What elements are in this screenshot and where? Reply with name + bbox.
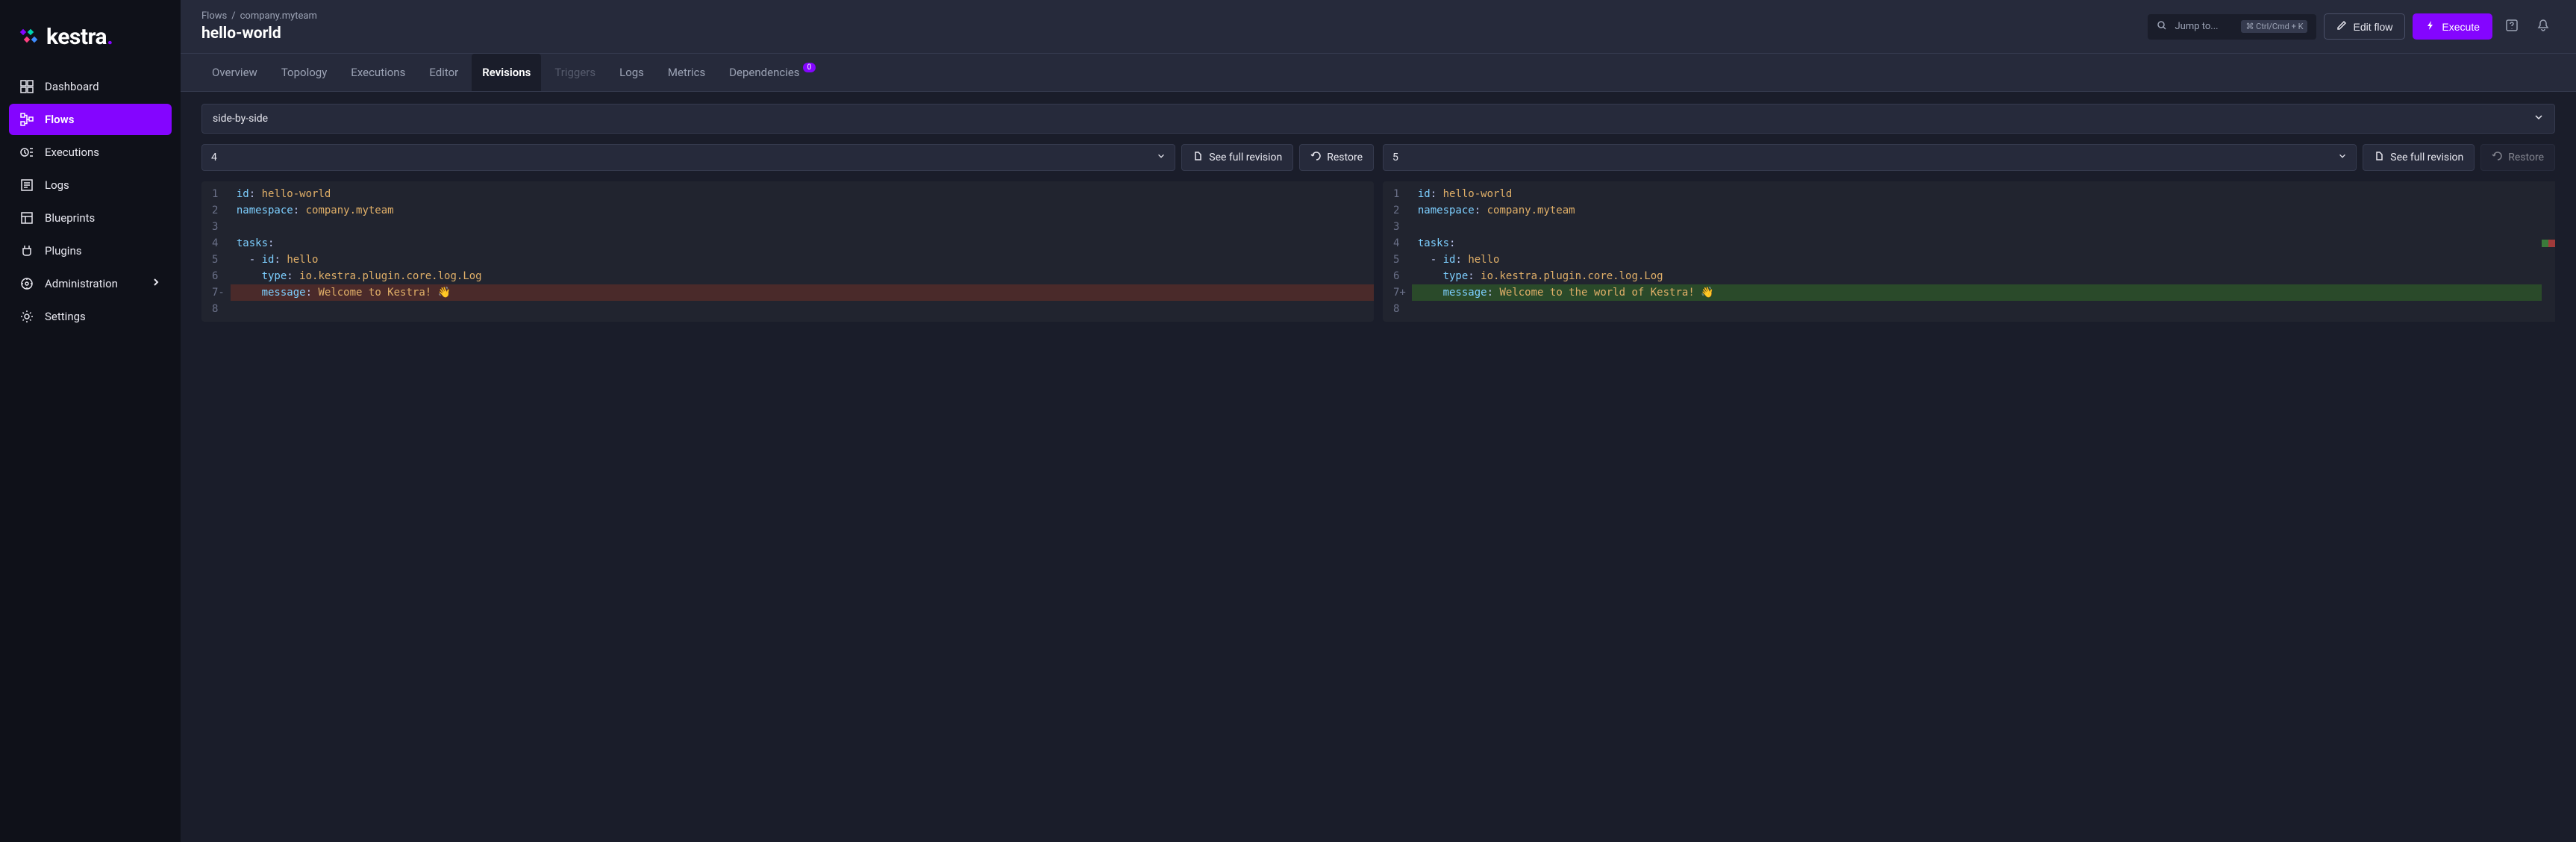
code-right[interactable]: 1 2 3 4 5 6 7+8 id: hello-worldnamespace… [1383,181,2555,322]
sidebar-item-administration[interactable]: Administration [9,268,172,299]
chevron-right-icon [151,277,161,290]
sidebar-item-flows[interactable]: Flows [9,104,172,135]
logo-text: kestra. [46,24,113,50]
sidebar-item-logs[interactable]: Logs [9,169,172,201]
code-lines-left: id: hello-worldnamespace: company.myteam… [231,181,1374,322]
sidebar-item-label: Administration [45,277,118,290]
chevron-down-icon [1157,152,1166,163]
revision-select-right[interactable]: 5 [1383,144,2357,171]
bolt-icon [2425,20,2436,33]
jump-placeholder: Jump to... [2175,21,2218,32]
tab-logs[interactable]: Logs [609,54,654,91]
blueprints-icon [19,210,34,225]
sidebar-item-label: Dashboard [45,80,99,93]
tab-topology[interactable]: Topology [271,54,337,91]
revision-select-left[interactable]: 4 [201,144,1175,171]
shortcut-hint: ⌘ Ctrl/Cmd + K [2241,20,2307,33]
code-left[interactable]: 1 2 3 4 5 6 7-8 id: hello-worldnamespace… [201,181,1374,322]
sidebar-item-label: Blueprints [45,211,95,225]
tab-dependencies[interactable]: Dependencies0 [719,54,826,91]
gutter-right: 1 2 3 4 5 6 7+8 [1383,181,1412,322]
bell-icon[interactable] [2531,13,2555,40]
settings-icon [19,309,34,324]
diff-container: 4 See full revision Restore 1 2 3 4 5 6 … [201,144,2555,322]
content: side-by-side 4 See full revision [181,92,2576,842]
executions-icon [19,145,34,160]
pencil-icon [2336,20,2347,33]
tabs: Overview Topology Executions Editor Revi… [181,54,2576,92]
sidebar-item-executions[interactable]: Executions [9,137,172,168]
see-full-revision-left[interactable]: See full revision [1181,144,1293,171]
breadcrumb: Flows / company.myteam [201,10,317,22]
plugins-icon [19,243,34,258]
sidebar-item-settings[interactable]: Settings [9,301,172,332]
tab-executions[interactable]: Executions [340,54,416,91]
chevron-down-icon [2338,152,2347,163]
logs-icon [19,178,34,193]
diff-left: 4 See full revision Restore 1 2 3 4 5 6 … [201,144,1374,322]
chevron-down-icon [2533,112,2544,125]
sidebar-item-blueprints[interactable]: Blueprints [9,202,172,234]
sidebar-item-label: Plugins [45,244,81,258]
diff-right: 5 See full revision Restore 1 2 3 4 5 6 … [1383,144,2555,322]
sidebar-item-plugins[interactable]: Plugins [9,235,172,266]
tab-metrics[interactable]: Metrics [657,54,716,91]
gutter-left: 1 2 3 4 5 6 7-8 [201,181,231,322]
sidebar-item-label: Settings [45,310,86,323]
code-lines-right: id: hello-worldnamespace: company.myteam… [1412,181,2542,322]
logo[interactable]: kestra. [9,18,172,71]
sidebar-item-label: Executions [45,146,99,159]
tab-triggers: Triggers [544,54,606,91]
restore-icon [1310,151,1321,164]
edit-flow-button[interactable]: Edit flow [2324,13,2405,40]
breadcrumb-namespace[interactable]: company.myteam [240,10,317,22]
tab-editor[interactable]: Editor [419,54,469,91]
sidebar-item-label: Logs [45,178,69,192]
restore-right: Restore [2480,144,2555,171]
minimap[interactable] [2542,181,2555,322]
admin-icon [19,276,34,291]
dependencies-badge: 0 [803,63,816,72]
restore-icon [2492,151,2502,164]
kestra-logo-icon [18,27,39,48]
page-title: hello-world [201,25,317,43]
view-mode-select[interactable]: side-by-side [201,104,2555,134]
main-content: Flows / company.myteam hello-world Jump … [181,0,2576,842]
sidebar-item-label: Flows [45,113,74,126]
sidebar: kestra. Dashboard Flows Executions Logs … [0,0,181,842]
document-icon [1192,151,1203,164]
flows-icon [19,112,34,127]
see-full-revision-right[interactable]: See full revision [2363,144,2475,171]
execute-button[interactable]: Execute [2413,13,2492,40]
search-icon [2157,20,2167,34]
tab-revisions[interactable]: Revisions [472,54,541,91]
sidebar-item-dashboard[interactable]: Dashboard [9,71,172,102]
document-icon [2374,151,2384,164]
tab-overview[interactable]: Overview [201,54,268,91]
breadcrumb-flows[interactable]: Flows [201,10,227,22]
restore-left[interactable]: Restore [1299,144,1374,171]
header: Flows / company.myteam hello-world Jump … [181,0,2576,54]
help-icon[interactable] [2500,13,2524,40]
dashboard-icon [19,79,34,94]
jump-to-input[interactable]: Jump to... ⌘ Ctrl/Cmd + K [2148,14,2316,40]
